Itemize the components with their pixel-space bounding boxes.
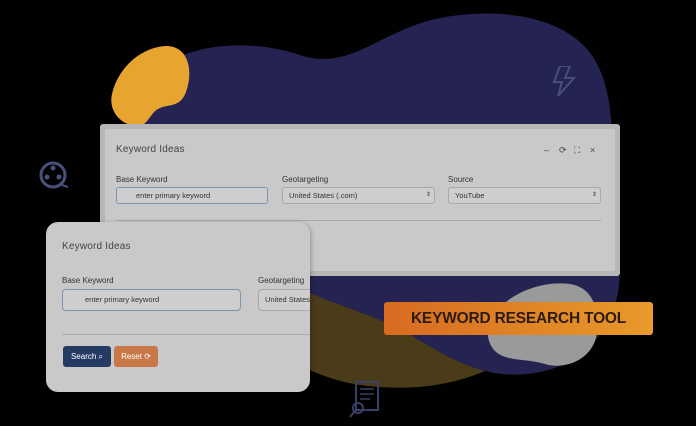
maximize-icon[interactable]: ⛶	[574, 145, 580, 156]
base-keyword-input[interactable]: enter primary keyword	[116, 187, 268, 204]
divider	[62, 334, 310, 335]
refresh-icon: ⟳	[144, 352, 151, 361]
search-button-label: Search	[70, 352, 97, 361]
base-keyword-input[interactable]: enter primary keyword	[62, 289, 241, 311]
close-icon[interactable]: ×	[590, 145, 595, 155]
keyword-ideas-card-front: Keyword Ideas Base Keyword enter primary…	[46, 222, 310, 392]
select-arrows-icon: ⇕	[591, 192, 597, 198]
divider	[116, 220, 601, 221]
reset-button[interactable]: Reset ⟳	[114, 346, 158, 367]
refresh-icon[interactable]: ⟳	[559, 145, 567, 156]
search-icon: ⌕	[98, 352, 104, 361]
source-value: YouTube	[455, 191, 485, 200]
geotargeting-label: Geotargeting	[258, 276, 305, 285]
film-reel-icon	[39, 161, 68, 189]
base-keyword-label: Base Keyword	[116, 175, 168, 184]
geotargeting-select[interactable]: United States (.com) ⇕	[282, 187, 435, 204]
search-button[interactable]: Search ⌕	[63, 346, 111, 367]
source-label: Source	[448, 175, 474, 184]
lightning-bolt-icon	[552, 66, 576, 96]
source-select[interactable]: YouTube ⇕	[448, 187, 601, 204]
geotargeting-select[interactable]: United States	[258, 289, 310, 311]
window-title: Keyword Ideas	[116, 144, 185, 155]
minimize-icon[interactable]: –	[544, 145, 549, 155]
keyword-research-tool-badge: KEYWORD RESEARCH TOOL	[384, 302, 653, 335]
geotargeting-value: United States (.com)	[289, 191, 358, 200]
card-title: Keyword Ideas	[62, 241, 131, 252]
document-search-icon	[349, 381, 379, 418]
select-arrows-icon: ⇕	[425, 192, 431, 198]
geotargeting-label: Geotargeting	[282, 175, 329, 184]
reset-button-label: Reset	[121, 352, 142, 361]
base-keyword-label: Base Keyword	[62, 276, 114, 285]
